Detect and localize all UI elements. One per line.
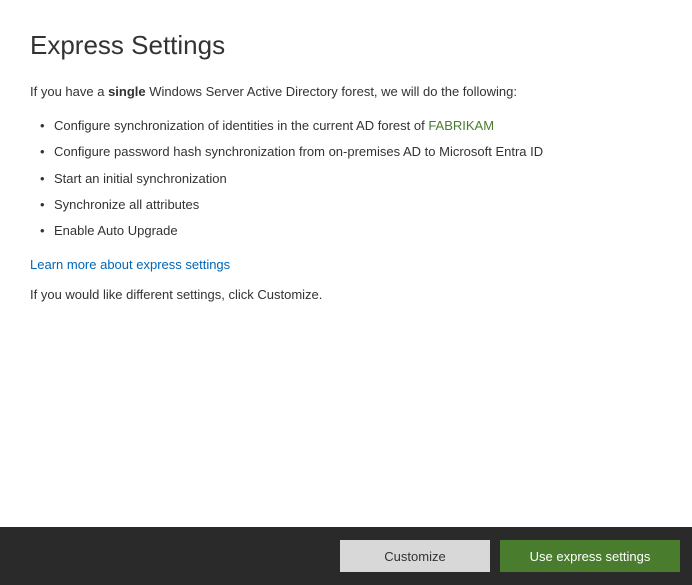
customize-note: If you would like different settings, cl… (30, 286, 662, 304)
bullet-text: Enable Auto Upgrade (54, 223, 178, 238)
customize-button[interactable]: Customize (340, 540, 490, 572)
list-item: Synchronize all attributes (40, 192, 662, 218)
learn-more-link[interactable]: Learn more about express settings (30, 257, 230, 272)
bullet-text: Configure password hash synchronization … (54, 144, 543, 159)
bullet-text: Configure synchronization of identities … (54, 118, 428, 133)
list-item: Configure synchronization of identities … (40, 113, 662, 139)
bullet-list: Configure synchronization of identities … (40, 113, 662, 244)
main-content: Express Settings If you have a single Wi… (0, 0, 692, 304)
list-item: Start an initial synchronization (40, 166, 662, 192)
intro-text: If you have a single Windows Server Acti… (30, 83, 662, 101)
footer-bar: Customize Use express settings (0, 527, 692, 585)
list-item: Enable Auto Upgrade (40, 218, 662, 244)
bullet-text: Synchronize all attributes (54, 197, 199, 212)
list-item: Configure password hash synchronization … (40, 139, 662, 165)
intro-prefix: If you have a (30, 84, 108, 99)
intro-bold: single (108, 84, 146, 99)
page-title: Express Settings (30, 30, 662, 61)
forest-name: FABRIKAM (428, 118, 494, 133)
bullet-text: Start an initial synchronization (54, 171, 227, 186)
intro-suffix: Windows Server Active Directory forest, … (146, 84, 517, 99)
use-express-settings-button[interactable]: Use express settings (500, 540, 680, 572)
